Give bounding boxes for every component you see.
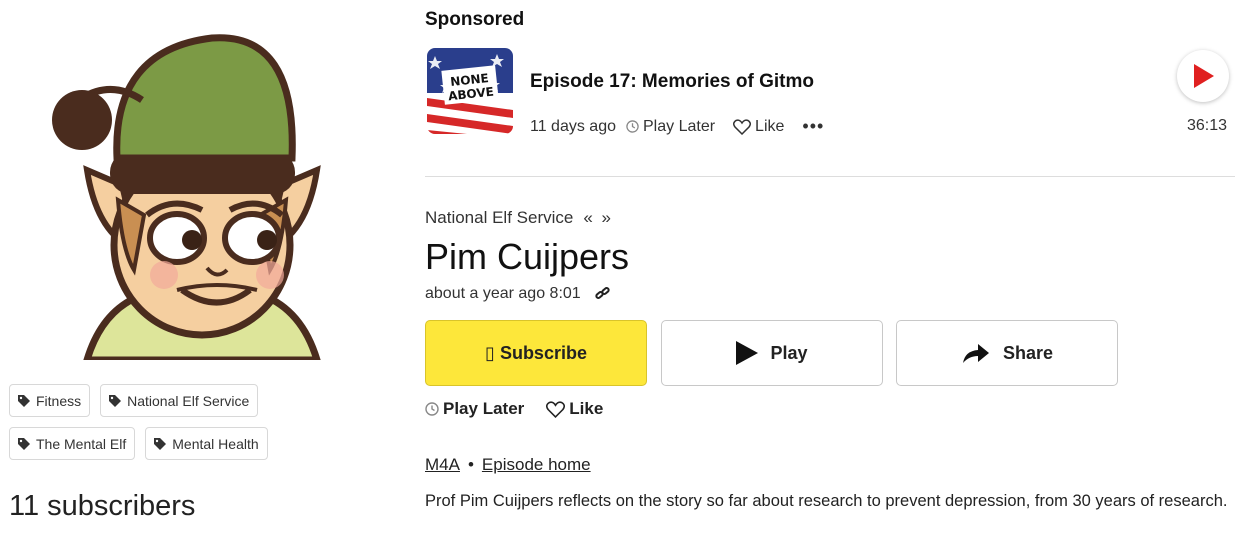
like-button[interactable]: Like: [546, 399, 603, 419]
podcast-row: National Elf Service « »: [425, 208, 613, 228]
play-icon: [736, 341, 759, 365]
like-label: Like: [569, 399, 604, 418]
subscribe-label: ▯ Subscribe: [485, 342, 587, 363]
share-arrow-icon: [962, 344, 989, 363]
episode-meta: about a year ago 8:01: [425, 285, 611, 303]
tag-the-mental-elf[interactable]: The Mental Elf: [9, 427, 136, 460]
tag-fitness[interactable]: Fitness: [9, 384, 91, 417]
left-column: Fitness National Elf Service The Mental …: [0, 0, 400, 535]
more-options-icon[interactable]: •••: [802, 116, 824, 137]
clock-icon: [425, 402, 439, 416]
tag-label: National Elf Service: [127, 392, 250, 409]
episode-actions: Play Later Like: [425, 399, 603, 419]
play-later-label: Play Later: [643, 117, 716, 135]
play-icon: [1194, 64, 1214, 88]
tag-icon: [18, 394, 30, 407]
episode-nav-arrows[interactable]: « »: [583, 208, 613, 228]
sponsored-episode-title[interactable]: Episode 17: Memories of Gitmo: [530, 71, 814, 93]
share-button[interactable]: Share: [896, 320, 1118, 386]
tag-icon: [18, 437, 30, 450]
divider: [425, 176, 1235, 177]
heart-icon: [733, 118, 752, 135]
play-later-label: Play Later: [443, 399, 525, 418]
tag-label: Fitness: [36, 392, 82, 409]
play-button[interactable]: Play: [661, 320, 883, 386]
sponsored-play-later-button[interactable]: Play Later: [626, 118, 715, 136]
sponsored-play-button[interactable]: [1177, 50, 1229, 102]
sponsored-meta: 11 days ago Play Later Like •••: [530, 116, 824, 137]
sponsored-like-button[interactable]: Like: [733, 118, 784, 136]
play-label: Play: [770, 342, 808, 363]
episode-links: M4A • Episode home: [425, 455, 591, 475]
elf-podcast-artwork: [52, 34, 321, 360]
tag-national-elf-service[interactable]: National Elf Service: [100, 384, 259, 417]
tag-icon: [109, 394, 122, 407]
episode-length: 8:01: [549, 285, 581, 302]
heart-icon: [546, 400, 566, 418]
episode-description: Prof Pim Cuijpers reflects on the story …: [425, 492, 1228, 510]
sponsored-duration: 36:13: [1186, 117, 1227, 134]
tag-label: Mental Health: [172, 435, 259, 452]
share-label: Share: [1002, 342, 1054, 363]
link-icon[interactable]: [595, 287, 611, 301]
tag-list: Fitness National Elf Service The Mental …: [9, 384, 329, 470]
podcast-name-link[interactable]: National Elf Service: [425, 208, 573, 228]
sponsored-artwork[interactable]: NONE ABOVE: [427, 48, 513, 134]
sponsored-age: 11 days ago: [530, 117, 616, 135]
subscriber-count: 11 subscribers: [9, 490, 196, 522]
episode-home-link[interactable]: Episode home: [482, 455, 591, 475]
subscribe-button[interactable]: ▯ Subscribe: [425, 320, 647, 386]
episode-age: about a year ago: [425, 285, 546, 302]
play-later-button[interactable]: Play Later: [425, 399, 524, 419]
sponsored-label: Sponsored: [425, 9, 525, 30]
tag-mental-health[interactable]: Mental Health: [145, 427, 268, 460]
tag-label: The Mental Elf: [36, 435, 127, 452]
episode-title: Pim Cuijpers: [425, 236, 630, 277]
link-separator: •: [467, 455, 474, 474]
m4a-link[interactable]: M4A: [425, 455, 460, 475]
tag-icon: [154, 437, 167, 450]
like-label: Like: [755, 117, 785, 135]
clock-icon: [626, 120, 639, 133]
